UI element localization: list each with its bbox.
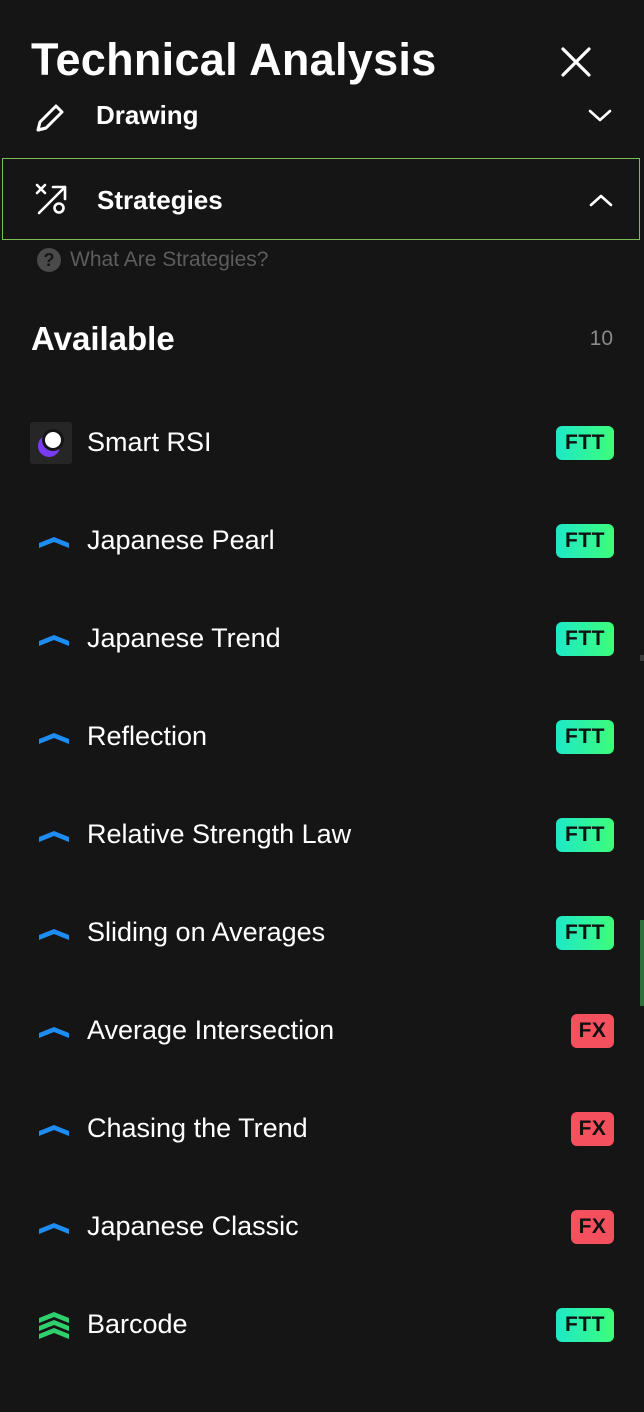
strategy-label: Japanese Trend — [87, 623, 281, 653]
ftt-badge: FTT — [556, 818, 614, 852]
strategy-item-smart-rsi[interactable]: Smart RSI FTT — [0, 394, 644, 492]
scrollbar-thumb[interactable] — [640, 920, 644, 1006]
edge-divider — [640, 655, 644, 661]
question-icon: ? — [37, 248, 61, 272]
chevron-strategy-icon — [39, 929, 69, 940]
chevron-strategy-icon — [39, 831, 69, 842]
strategy-label: Average Intersection — [87, 1015, 335, 1045]
ftt-badge: FTT — [556, 622, 614, 656]
strategy-item-chasing-the-trend[interactable]: Chasing the Trend FX — [0, 1080, 644, 1178]
strategy-label: Smart RSI — [87, 427, 212, 457]
available-count: 10 — [589, 327, 613, 350]
page-title: Technical Analysis — [31, 34, 437, 85]
strategy-item-sliding-on-averages[interactable]: Sliding on Averages FTT — [0, 884, 644, 982]
ftt-badge: FTT — [556, 916, 614, 950]
fx-badge: FX — [571, 1014, 614, 1048]
close-icon[interactable] — [552, 38, 600, 86]
accordion-drawing-label: Drawing — [96, 100, 199, 130]
strategy-item-barcode[interactable]: Barcode FTT — [0, 1276, 644, 1374]
chevron-strategy-icon — [39, 537, 69, 548]
chevron-strategy-icon — [39, 733, 69, 744]
strategy-item-relative-strength-law[interactable]: Relative Strength Law FTT — [0, 786, 644, 884]
ftt-badge: FTT — [556, 720, 614, 754]
ftt-badge: FTT — [556, 426, 614, 460]
help-label: What Are Strategies? — [70, 248, 269, 271]
chevron-up-icon[interactable] — [588, 192, 614, 208]
strategy-item-japanese-trend[interactable]: Japanese Trend FTT — [0, 590, 644, 688]
strategy-list: Smart RSI FTT Japanese Pearl FTT Japanes… — [0, 394, 644, 1374]
section-title-available: Available — [31, 320, 175, 357]
strategy-label: Japanese Classic — [87, 1211, 299, 1241]
chevron-down-icon[interactable] — [587, 108, 613, 124]
strategy-label: Japanese Pearl — [87, 525, 275, 555]
strategy-item-japanese-classic[interactable]: Japanese Classic FX — [0, 1178, 644, 1276]
stacked-chevron-icon — [39, 1312, 69, 1339]
ftt-badge: FTT — [556, 1308, 614, 1342]
strategies-icon — [35, 183, 67, 215]
panel-header: Technical Analysis — [0, 0, 644, 100]
chevron-strategy-icon — [39, 1223, 69, 1234]
pencil-icon — [36, 104, 64, 132]
strategy-item-reflection[interactable]: Reflection FTT — [0, 688, 644, 786]
fx-badge: FX — [571, 1112, 614, 1146]
strategy-label: Barcode — [87, 1309, 188, 1339]
chevron-strategy-icon — [39, 1125, 69, 1136]
accordion-strategies[interactable]: Strategies — [2, 158, 640, 240]
strategy-label: Chasing the Trend — [87, 1113, 308, 1143]
fx-badge: FX — [571, 1210, 614, 1244]
strategy-label: Reflection — [87, 721, 208, 751]
what-are-strategies-link[interactable]: ? What Are Strategies? — [37, 246, 268, 274]
technical-analysis-panel: Drawing Technical Analysis Strategies ? … — [0, 0, 644, 1412]
accordion-strategies-label: Strategies — [97, 185, 223, 215]
strategy-item-average-intersection[interactable]: Average Intersection FX — [0, 982, 644, 1080]
strategy-label: Relative Strength Law — [87, 819, 352, 849]
strategy-item-japanese-pearl[interactable]: Japanese Pearl FTT — [0, 492, 644, 590]
chevron-strategy-icon — [39, 635, 69, 646]
smart-rsi-icon — [30, 422, 72, 464]
chevron-strategy-icon — [39, 1027, 69, 1038]
ftt-badge: FTT — [556, 524, 614, 558]
strategy-label: Sliding on Averages — [87, 917, 326, 947]
